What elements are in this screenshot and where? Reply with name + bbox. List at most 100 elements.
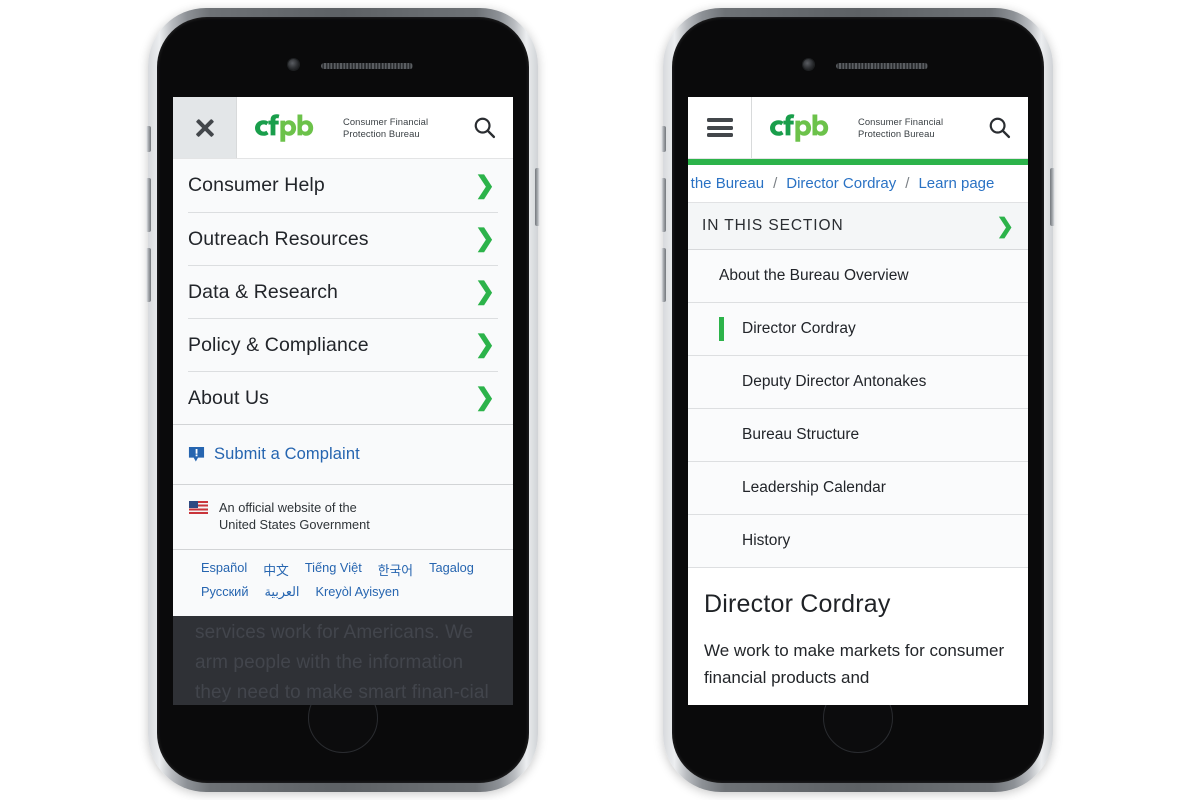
chevron-right-icon: ❯ [474,384,495,411]
menu-item-consumer-help[interactable]: Consumer Help ❯ [188,159,498,212]
page-content: Director Cordray We work to make markets… [688,568,1028,691]
submit-complaint-label: Submit a Complaint [214,445,360,463]
language-list: Español 中文 Tiếng Việt 한국어 Tagalog Русски… [201,560,498,600]
volume-up-button[interactable] [146,178,151,232]
cfpb-logo[interactable]: Consumer Financial Protection Bureau [752,97,970,158]
breadcrumb-separator: / [773,175,778,192]
mega-menu-panel: Consumer Help ❯ Outreach Resources ❯ Dat… [173,159,513,616]
site-header-collapsed: Consumer Financial Protection Bureau [688,97,1028,159]
language-link-haitian-creole[interactable]: Kreyòl Ayisyen [315,584,399,600]
section-item-about-the-bureau-overview[interactable]: About the Bureau Overview [688,250,1028,303]
section-item-label: History [742,532,791,549]
menu-item-policy-compliance[interactable]: Policy & Compliance ❯ [188,318,498,371]
silent-switch[interactable] [661,126,666,152]
breadcrumb-item-director-cordray[interactable]: Director Cordray [786,175,896,192]
open-menu-button[interactable] [688,97,752,158]
section-item-label: Deputy Director Antonakes [742,373,927,390]
in-this-section-toggle[interactable]: IN THIS SECTION ❯ [688,203,1028,250]
screenshot-canvas: Consumer Financial Protection Bureau Con… [0,0,1200,800]
cfpb-logo[interactable]: Consumer Financial Protection Bureau [237,97,455,158]
section-item-director-cordray[interactable]: Director Cordray [688,303,1028,356]
cfpb-logo-mark [770,113,829,142]
close-icon [194,117,216,139]
breadcrumb-separator: / [905,175,910,192]
chevron-right-icon: ❯ [474,331,495,358]
active-indicator [719,317,724,341]
section-item-label: Leadership Calendar [742,479,886,496]
silent-switch[interactable] [146,126,151,152]
section-item-label: Bureau Structure [742,426,860,443]
submit-complaint-link[interactable]: Submit a Complaint [173,425,513,484]
menu-item-label: Consumer Help [188,174,325,196]
page-title: Director Cordray [704,590,891,618]
front-camera-icon [288,59,299,70]
language-link-arabic[interactable]: العربية [264,584,299,600]
in-this-section-label: IN THIS SECTION [702,217,844,234]
phone-left-screen: Consumer Financial Protection Bureau Con… [173,97,513,705]
language-link-korean[interactable]: 한국어 [378,560,413,579]
official-line-2: United States Government [219,517,370,532]
breadcrumb-item-about-the-bureau[interactable]: ut the Bureau [688,175,764,192]
page-intro-paragraph: We work to make markets for consumer fin… [704,641,1005,687]
front-camera-icon [803,59,814,70]
flag-canton [189,501,198,508]
section-item-label: About the Bureau Overview [719,267,909,284]
brand-line-2: Protection Bureau [343,127,420,139]
section-item-bureau-structure[interactable]: Bureau Structure [688,409,1028,462]
close-menu-button[interactable] [173,97,237,158]
complaint-bubble-icon [188,446,205,462]
hamburger-icon [706,118,733,137]
chevron-down-icon: ❯ [996,214,1014,238]
search-button[interactable] [970,97,1028,158]
phone-right: Consumer Financial Protection Bureau ut … [661,8,1055,792]
cfpb-wordmark: Consumer Financial Protection Bureau [858,116,943,139]
language-link-vietnamese[interactable]: Tiếng Việt [305,560,362,579]
section-item-leadership-calendar[interactable]: Leadership Calendar [688,462,1028,515]
dimmed-paragraph: services work for Americans. We arm peop… [195,622,489,703]
section-item-deputy-director-antonakes[interactable]: Deputy Director Antonakes [688,356,1028,409]
volume-up-button[interactable] [661,178,666,232]
chevron-right-icon: ❯ [474,171,495,199]
language-link-tagalog[interactable]: Tagalog [429,560,474,579]
language-links: Español 中文 Tiếng Việt 한국어 Tagalog Русски… [173,550,513,616]
brand-line-1: Consumer Financial [343,116,429,127]
official-website-notice: An official website of the United States… [173,485,513,549]
official-website-text: An official website of the United States… [219,499,370,533]
search-icon [474,117,495,139]
power-button[interactable] [535,168,540,226]
brand-line-2: Protection Bureau [858,127,935,139]
cfpb-logo-mark [255,113,314,142]
menu-item-data-research[interactable]: Data & Research ❯ [188,265,498,318]
menu-item-label: Outreach Resources [188,227,369,250]
chevron-right-icon: ❯ [474,278,495,305]
official-line-1: An official website of the [219,500,357,515]
breadcrumb-item-learn-page[interactable]: Learn page [918,175,994,192]
us-flag-icon [189,501,208,514]
cfpb-wordmark: Consumer Financial Protection Bureau [343,116,428,139]
section-nav-list: About the Bureau Overview Director Cordr… [688,250,1028,568]
power-button[interactable] [1050,168,1055,226]
search-icon [989,117,1010,139]
section-item-history[interactable]: History [688,515,1028,568]
volume-down-button[interactable] [146,248,151,302]
language-link-chinese[interactable]: 中文 [263,560,289,579]
earpiece-speaker [321,63,413,69]
language-link-russian[interactable]: Русский [201,584,248,600]
dimmed-page-content: services work for Americans. We arm peop… [173,616,513,705]
earpiece-speaker [836,63,928,69]
language-link-espanol[interactable]: Español [201,560,247,579]
volume-down-button[interactable] [661,248,666,302]
search-button[interactable] [455,97,513,158]
menu-item-label: Policy & Compliance [188,333,369,356]
menu-item-label: Data & Research [188,280,338,303]
section-item-label: Director Cordray [742,320,856,337]
chevron-right-icon: ❯ [474,225,495,252]
menu-item-about-us[interactable]: About Us ❯ [188,371,498,424]
brand-line-1: Consumer Financial [858,116,944,127]
site-header-open: Consumer Financial Protection Bureau [173,97,513,159]
menu-item-label: About Us [188,386,270,409]
breadcrumb: ut the Bureau / Director Cordray / Learn… [688,165,1028,203]
menu-item-outreach-resources[interactable]: Outreach Resources ❯ [188,212,498,265]
phone-right-screen: Consumer Financial Protection Bureau ut … [688,97,1028,705]
phone-left: Consumer Financial Protection Bureau Con… [146,8,540,792]
